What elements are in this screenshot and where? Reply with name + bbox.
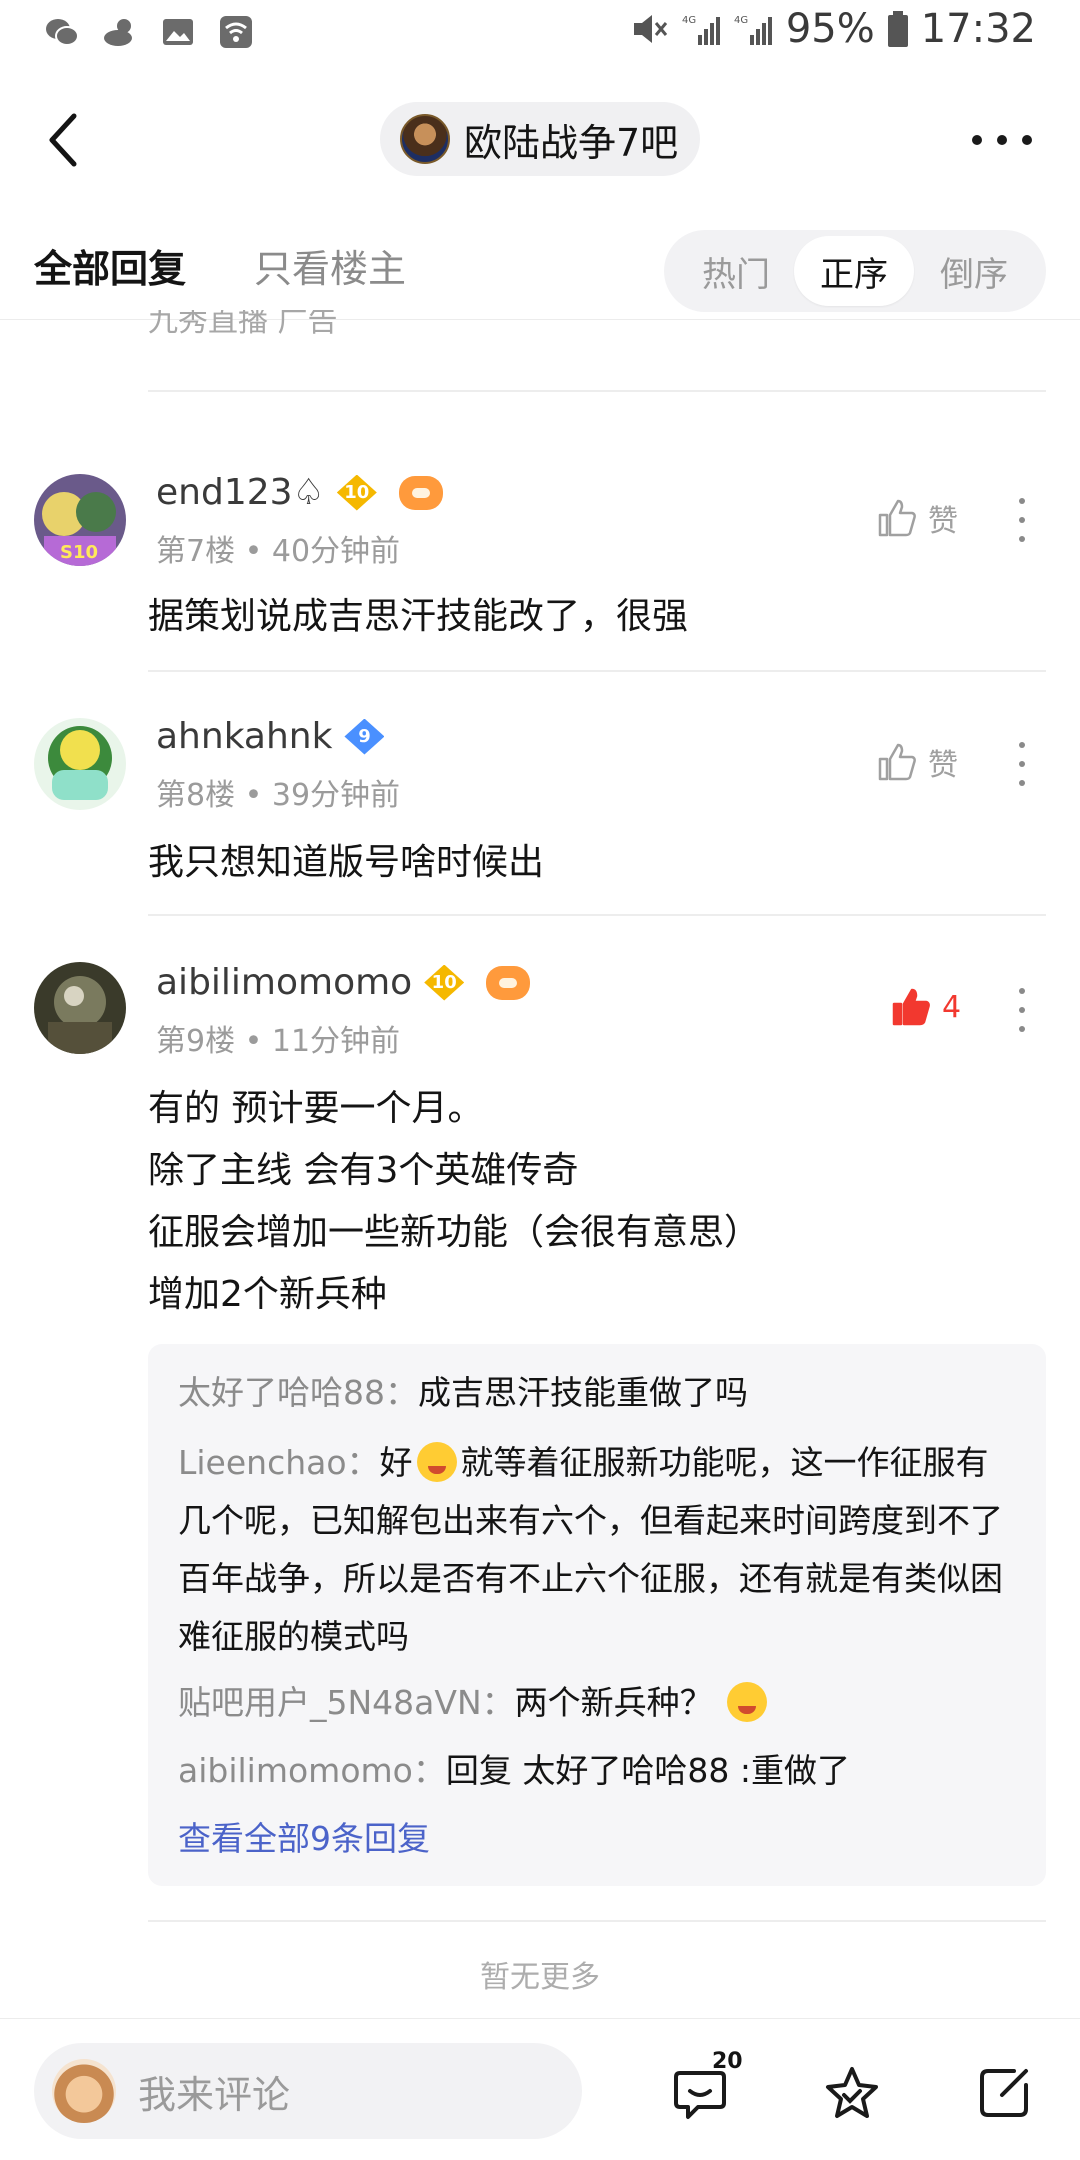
star-icon[interactable] bbox=[822, 2063, 882, 2123]
mute-icon bbox=[633, 15, 667, 43]
sub-reply[interactable]: Lieenchao：好 就等着征服新功能呢，这一作征服有几个呢，已知解包出来有六个… bbox=[178, 1434, 1020, 1666]
username[interactable]: end123♤ bbox=[156, 472, 325, 513]
view-all-replies-link[interactable]: 查看全部9条回复 bbox=[178, 1812, 430, 1860]
divider bbox=[148, 1920, 1046, 1922]
like-button[interactable]: 赞 bbox=[876, 496, 958, 540]
gallery-icon bbox=[163, 19, 193, 45]
username-row: end123♤ 10 bbox=[156, 472, 443, 513]
post-content: 我只想知道版号啥时候出 bbox=[148, 842, 545, 883]
sub-reply[interactable]: aibilimomomo：回复 太好了哈哈88 :重做了 bbox=[178, 1742, 1020, 1800]
post-content: 据策划说成吉思汗技能改了，很强 bbox=[148, 596, 689, 637]
comment-count: 20 bbox=[712, 2049, 743, 2074]
grin-emoji-icon bbox=[416, 1442, 457, 1482]
post-menu-icon[interactable] bbox=[1016, 988, 1028, 1032]
status-right: 4G 4G 95% 17:32 bbox=[630, 6, 1036, 52]
sub-reply-user[interactable]: aibilimomomo bbox=[178, 1751, 413, 1790]
wechat-icon bbox=[46, 19, 79, 46]
battery-icon bbox=[887, 11, 908, 47]
sort-asc[interactable]: 正序 bbox=[794, 236, 914, 306]
sub-reply-box: 太好了哈哈88：成吉思汗技能重做了吗 Lieenchao：好 就等着征服新功能呢，… bbox=[148, 1344, 1046, 1886]
post-content: 有的 预计要一个月。 除了主线 会有3个英雄传奇 征服会增加一些新功能（会很有意… bbox=[148, 1088, 761, 1315]
status-left-icons bbox=[44, 14, 254, 50]
status-bar: 4G 4G 95% 17:32 bbox=[0, 0, 1080, 66]
sub-reply-text: 回复 太好了哈哈88 :重做了 bbox=[445, 1751, 850, 1790]
comment-input[interactable]: 我来评论 bbox=[34, 2043, 582, 2139]
username-row: ahnkahnk 9 bbox=[156, 716, 385, 757]
like-icon bbox=[878, 743, 916, 781]
like-count: 4 bbox=[942, 989, 962, 1025]
divider bbox=[148, 914, 1046, 916]
back-icon[interactable] bbox=[40, 110, 90, 170]
more-icon[interactable] bbox=[972, 120, 1032, 160]
comment-placeholder: 我来评论 bbox=[138, 2072, 291, 2117]
svg-text:4G: 4G bbox=[734, 15, 748, 26]
sub-reply-text: 两个新兵种？ bbox=[514, 1683, 713, 1722]
avatar[interactable] bbox=[34, 718, 126, 810]
signal-icon: 4G bbox=[734, 15, 772, 45]
surprised-emoji-icon bbox=[726, 1682, 767, 1722]
tab-all-replies[interactable]: 全部回复 bbox=[34, 238, 186, 293]
level-badge: 10 bbox=[424, 964, 465, 1001]
my-avatar bbox=[52, 2059, 116, 2123]
username[interactable]: ahnkahnk bbox=[156, 716, 332, 757]
tabs-bar: 全部回复 只看楼主 热门 正序 倒序 bbox=[0, 220, 1080, 320]
post-menu-icon[interactable] bbox=[1016, 742, 1028, 786]
tab-op-only[interactable]: 只看楼主 bbox=[254, 238, 406, 293]
sub-reply[interactable]: 贴吧用户_5N48aVN：两个新兵种？ bbox=[178, 1674, 1020, 1732]
like-button[interactable]: 4 bbox=[890, 986, 961, 1028]
forum-pill[interactable]: 欧陆战争7吧 bbox=[380, 102, 700, 176]
weather-icon bbox=[104, 19, 132, 46]
sort-hot[interactable]: 热门 bbox=[676, 236, 796, 306]
forum-avatar bbox=[400, 114, 450, 164]
username-row: aibilimomomo 10 bbox=[156, 962, 531, 1003]
gamepad-badge-icon bbox=[398, 475, 443, 510]
bottom-bar: 我来评论 20 bbox=[0, 2018, 1080, 2160]
sub-reply[interactable]: 太好了哈哈88：成吉思汗技能重做了吗 bbox=[178, 1364, 1020, 1422]
forum-name: 欧陆战争7吧 bbox=[464, 120, 679, 165]
nav-bar: 欧陆战争7吧 bbox=[0, 80, 1080, 196]
floor-time: 第9楼 • 11分钟前 bbox=[156, 1024, 401, 1059]
svg-text:S10: S10 bbox=[60, 542, 98, 563]
svg-text:4G: 4G bbox=[682, 15, 696, 26]
sub-reply-user[interactable]: 贴吧用户_5N48aVN bbox=[178, 1683, 482, 1722]
avatar[interactable]: S10 bbox=[34, 474, 126, 566]
signal-icon: 4G bbox=[682, 15, 720, 45]
sub-reply-text: 成吉思汗技能重做了吗 bbox=[418, 1373, 748, 1412]
ad-partial-text: 九秀直播 广告 bbox=[148, 310, 338, 339]
wifi-icon bbox=[220, 16, 252, 48]
like-icon bbox=[892, 988, 930, 1026]
divider bbox=[148, 670, 1046, 672]
sort-segmented-control: 热门 正序 倒序 bbox=[664, 230, 1046, 312]
post-menu-icon[interactable] bbox=[1016, 498, 1028, 542]
level-badge: 9 bbox=[344, 718, 385, 755]
share-icon[interactable] bbox=[974, 2063, 1034, 2123]
clock: 17:32 bbox=[920, 6, 1036, 52]
no-more-text: 暂无更多 bbox=[480, 1960, 600, 1995]
sub-reply-user[interactable]: 太好了哈哈88 bbox=[178, 1373, 385, 1412]
floor-time: 第7楼 • 40分钟前 bbox=[156, 534, 401, 569]
level-badge: 10 bbox=[336, 474, 377, 511]
battery-percent: 95% bbox=[785, 6, 875, 52]
username[interactable]: aibilimomomo bbox=[156, 962, 412, 1003]
gamepad-badge-icon bbox=[486, 965, 531, 1000]
like-label: 赞 bbox=[928, 504, 958, 539]
like-label: 赞 bbox=[928, 748, 958, 783]
like-icon bbox=[878, 499, 916, 537]
like-button[interactable]: 赞 bbox=[876, 740, 958, 784]
sub-reply-user[interactable]: Lieenchao bbox=[178, 1443, 347, 1482]
floor-time: 第8楼 • 39分钟前 bbox=[156, 778, 401, 813]
avatar[interactable] bbox=[34, 962, 126, 1054]
sort-desc[interactable]: 倒序 bbox=[914, 236, 1034, 306]
divider bbox=[148, 390, 1046, 392]
